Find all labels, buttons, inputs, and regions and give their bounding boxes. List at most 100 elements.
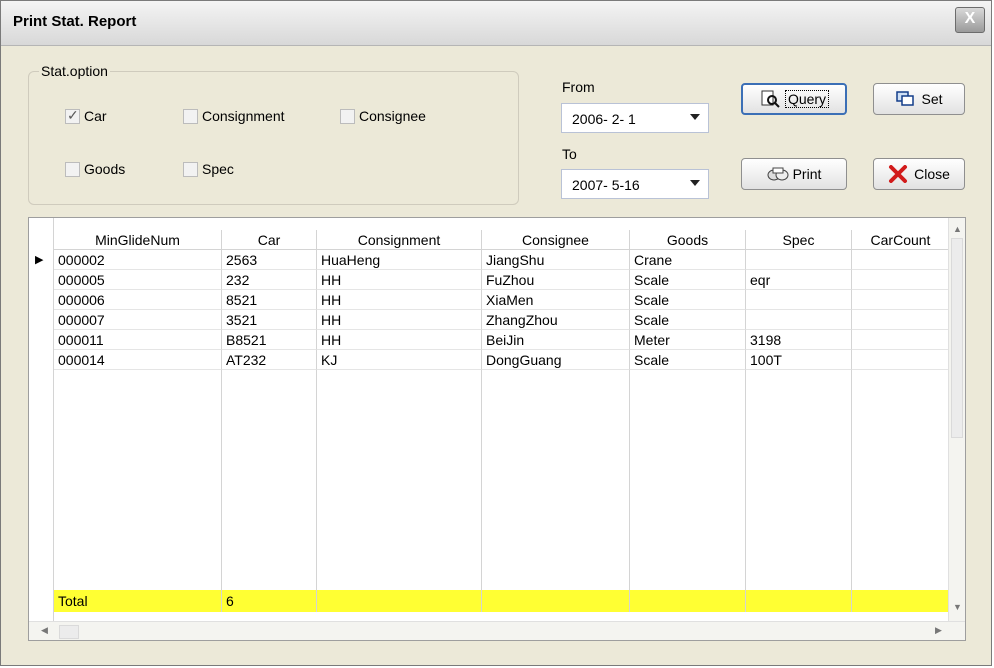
to-date-picker[interactable]: 2007- 5-16 [561,169,709,199]
cell-minglidenum: 000005 [54,270,222,290]
total-row: Total 6 [29,590,950,612]
table-row[interactable]: 000011 B8521 HH BeiJin Meter 3198 [29,330,950,350]
table-row[interactable]: 000007 3521 HH ZhangZhou Scale [29,310,950,330]
total-cell [630,590,746,612]
cell-spec [746,290,852,310]
cell-minglidenum: 000011 [54,330,222,350]
total-cell [317,590,482,612]
cell-carcount [852,330,950,350]
total-cell [482,590,630,612]
column-header[interactable]: MinGlideNum [54,230,222,250]
set-button[interactable]: Set [873,83,965,115]
empty-column [54,370,222,590]
total-value: 6 [222,590,317,612]
print-label: Print [792,166,822,182]
cell-carcount [852,250,950,270]
from-date-picker[interactable]: 2006- 2- 1 [561,103,709,133]
column-header[interactable]: Car [222,230,317,250]
cell-spec: eqr [746,270,852,290]
column-header[interactable]: Spec [746,230,852,250]
checkbox-box [183,108,198,124]
chevron-down-icon[interactable] [690,114,700,120]
checkbox-box [65,161,80,177]
checkbox-label: Goods [84,161,126,177]
stat-option-group [28,71,519,205]
query-label: Query [784,90,830,108]
empty-column [317,370,482,590]
from-label: From [562,79,595,95]
close-label: Close [914,166,950,182]
checkbox-box [65,107,80,124]
scroll-right-icon[interactable]: ▶ [935,625,942,636]
spec-checkbox[interactable]: Spec [183,161,234,177]
table-row[interactable]: 000014 AT232 KJ DongGuang Scale 100T [29,350,950,370]
cell-consignment: HH [317,270,482,290]
cell-car: B8521 [222,330,317,350]
grid-header-row: MinGlideNum Car Consignment Consignee Go… [29,230,950,250]
total-cell [852,590,950,612]
set-label: Set [921,91,943,107]
column-header[interactable]: Consignment [317,230,482,250]
table-row[interactable]: 000006 8521 HH XiaMen Scale [29,290,950,310]
scroll-up-icon[interactable]: ▲ [953,224,962,234]
print-stat-report-window: Print Stat. Report X Stat.option Car Con… [0,0,992,666]
total-cell [746,590,852,612]
cell-goods: Crane [630,250,746,270]
cell-consignee: DongGuang [482,350,630,370]
empty-column [630,370,746,590]
cell-consignee: FuZhou [482,270,630,290]
windows-icon [895,90,915,108]
column-header[interactable]: Goods [630,230,746,250]
cell-consignment: HH [317,310,482,330]
car-checkbox[interactable]: Car [65,107,107,124]
horizontal-scroll-thumb[interactable] [59,625,79,639]
cell-consignment: KJ [317,350,482,370]
cell-spec: 3198 [746,330,852,350]
query-button[interactable]: Query [741,83,847,115]
cell-consignee: JiangShu [482,250,630,270]
close-button[interactable]: Close [873,158,965,190]
vertical-scrollbar[interactable]: ▲ ▼ [948,218,965,622]
column-header[interactable]: CarCount [852,230,950,250]
empty-column [852,370,950,590]
cell-car: AT232 [222,350,317,370]
cell-consignee: ZhangZhou [482,310,630,330]
report-grid[interactable]: MinGlideNum Car Consignment Consignee Go… [28,217,966,641]
checkbox-label: Spec [202,161,234,177]
scroll-left-icon[interactable]: ◀ [41,625,48,636]
window-close-button[interactable]: X [955,7,985,33]
cell-carcount [852,290,950,310]
table-row[interactable]: 000005 232 HH FuZhou Scale eqr [29,270,950,290]
cell-car: 3521 [222,310,317,330]
checkbox-box [183,161,198,177]
cell-consignee: XiaMen [482,290,630,310]
red-x-icon [888,165,908,183]
cell-goods: Scale [630,350,746,370]
table-row[interactable]: ▶ 000002 2563 HuaHeng JiangShu Crane [29,250,950,270]
scroll-down-icon[interactable]: ▼ [953,602,962,612]
horizontal-scrollbar[interactable]: ◀ ▶ [29,621,965,640]
cell-car: 8521 [222,290,317,310]
cell-carcount [852,270,950,290]
total-label: Total [54,590,222,612]
cell-minglidenum: 000007 [54,310,222,330]
cell-minglidenum: 000006 [54,290,222,310]
cell-consignee: BeiJin [482,330,630,350]
cell-spec: 100T [746,350,852,370]
cell-consignment: HuaHeng [317,250,482,270]
vertical-scroll-thumb[interactable] [951,238,963,438]
goods-checkbox[interactable]: Goods [65,161,125,177]
cell-goods: Scale [630,310,746,330]
consignment-checkbox[interactable]: Consignment [183,108,285,124]
cell-car: 232 [222,270,317,290]
consignee-checkbox[interactable]: Consignee [340,108,426,124]
empty-column [482,370,630,590]
chevron-down-icon[interactable] [690,180,700,186]
column-header[interactable]: Consignee [482,230,630,250]
checkbox-label: Car [84,108,107,124]
cell-spec [746,310,852,330]
cell-car: 2563 [222,250,317,270]
empty-column [222,370,317,590]
checkbox-label: Consignee [359,108,426,124]
print-button[interactable]: Print [741,158,847,190]
